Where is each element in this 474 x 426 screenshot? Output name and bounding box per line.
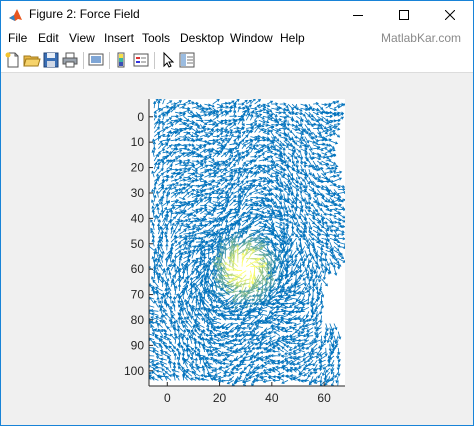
insert-legend-icon[interactable]: [132, 51, 150, 69]
save-icon[interactable]: [42, 51, 60, 69]
print-icon[interactable]: [61, 51, 79, 69]
figure-window: Figure 2: Force Field File Edit View Ins…: [0, 0, 474, 426]
edit-plot-arrow-icon[interactable]: [159, 51, 177, 69]
minimize-icon: [353, 14, 363, 16]
menu-file[interactable]: File: [8, 31, 27, 45]
menu-tools[interactable]: Tools: [142, 31, 170, 45]
link-figure-icon[interactable]: [87, 51, 105, 69]
insert-colorbar-icon[interactable]: [113, 51, 131, 69]
toolbar-separator: [109, 52, 110, 69]
title-bar: Figure 2: Force Field: [1, 1, 473, 28]
minimize-button[interactable]: [335, 1, 381, 28]
menu-bar: File Edit View Insert Tools Desktop Wind…: [1, 28, 473, 48]
new-figure-icon[interactable]: [4, 51, 22, 69]
menu-window[interactable]: Window: [230, 31, 273, 45]
property-inspector-icon[interactable]: [178, 51, 196, 69]
quiver-arrow-head: [146, 304, 148, 307]
matlab-logo-icon: [9, 9, 22, 21]
close-button[interactable]: [427, 1, 473, 28]
toolbar-separator: [83, 52, 84, 69]
quiver-arrow-head: [165, 99, 167, 100]
menu-help[interactable]: Help: [280, 31, 305, 45]
watermark-text: MatlabKar.com: [380, 31, 461, 45]
maximize-icon: [399, 9, 409, 20]
quiver-plot: 01020304050607080901000 20 40 60: [124, 99, 345, 405]
close-icon: [445, 9, 455, 20]
open-file-icon[interactable]: [23, 51, 41, 69]
window-title: Figure 2: Force Field: [29, 7, 140, 21]
maximize-button[interactable]: [381, 1, 427, 28]
figure-canvas: 0 10 20 30 40 50 60 70 80 90 100 0 20 40 60: [1, 73, 473, 425]
quiver-arrow: [241, 331, 251, 333]
menu-view[interactable]: View: [69, 31, 95, 45]
menu-desktop[interactable]: Desktop: [180, 31, 224, 45]
menu-edit[interactable]: Edit: [38, 31, 59, 45]
menu-insert[interactable]: Insert: [104, 31, 134, 45]
toolbar-separator: [154, 52, 155, 69]
figure-toolbar: [1, 48, 473, 73]
